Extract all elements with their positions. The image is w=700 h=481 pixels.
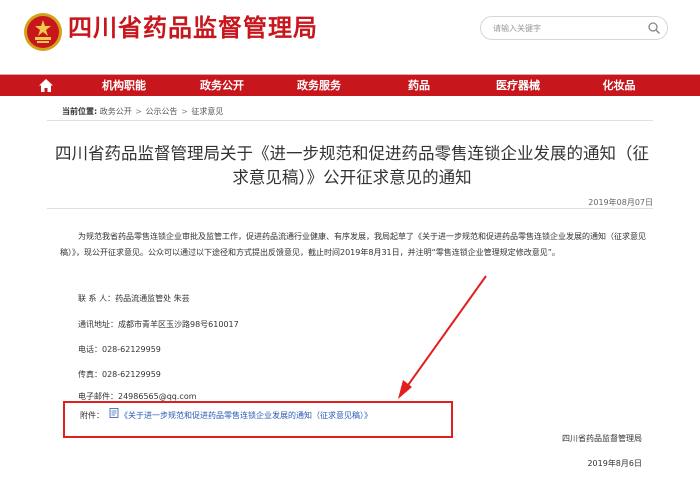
- article-sign-date: 2019年8月6日: [587, 459, 642, 468]
- home-icon[interactable]: [38, 78, 54, 93]
- search-box: [480, 16, 668, 40]
- breadcrumb-item-zhengqiu-yijian[interactable]: 征求意见: [191, 107, 223, 116]
- breadcrumb-item-zhengwu-gongkai[interactable]: 政务公开: [100, 107, 132, 116]
- article-date: 2019年08月07日: [588, 198, 653, 207]
- breadcrumb-label: 当前位置:: [62, 107, 98, 116]
- main-nav: 机构职能 政务公开 政务服务 药品 医疗器械 化妆品: [0, 74, 700, 96]
- breadcrumb-separator: >: [135, 107, 142, 116]
- site-header: 四川省药品监督管理局: [0, 0, 700, 74]
- site-title[interactable]: 四川省药品监督管理局: [68, 12, 318, 44]
- nav-item-zhengwu-fuwu[interactable]: 政务服务: [291, 75, 347, 97]
- national-emblem-icon: [24, 13, 62, 51]
- article-intro: 为规范我省药品零售连锁企业审批及监管工作，促进药品流通行业健康、有序发展，我局起…: [60, 232, 646, 257]
- search-icon[interactable]: [647, 21, 661, 35]
- article-title: 四川省药品监督管理局关于《进一步规范和促进药品零售连锁企业发展的通知（征求意见稿…: [55, 144, 649, 187]
- nav-item-huazhuangpin[interactable]: 化妆品: [598, 75, 640, 97]
- divider: [47, 208, 653, 209]
- breadcrumb: 当前位置: 政务公开 > 公示公告 > 征求意见: [62, 106, 223, 117]
- nav-item-zhengwu-gongkai[interactable]: 政务公开: [195, 75, 249, 97]
- article-signature: 四川省药品监督管理局: [562, 434, 642, 443]
- document-icon: [109, 408, 119, 418]
- breadcrumb-separator: >: [181, 107, 188, 116]
- contact-fax: 传真：028-62129959: [78, 370, 161, 379]
- search-input[interactable]: [493, 20, 633, 36]
- nav-item-jigou[interactable]: 机构职能: [96, 75, 152, 97]
- breadcrumb-item-gongshi-gonggao[interactable]: 公示公告: [146, 107, 178, 116]
- nav-item-yaopin[interactable]: 药品: [404, 75, 434, 97]
- contact-phone: 电话：028-62129959: [78, 345, 161, 354]
- attachment-label: 附件：: [80, 411, 104, 420]
- divider: [47, 120, 653, 121]
- nav-item-yiliao-qixie[interactable]: 医疗器械: [490, 75, 546, 97]
- contact-address: 通讯地址：成都市青羊区玉沙路98号610017: [78, 320, 239, 329]
- attachment-link[interactable]: 《关于进一步规范和促进药品零售连锁企业发展的通知（征求意见稿）》: [120, 410, 372, 421]
- contact-person: 联 系 人：药品流通监管处 朱芸: [78, 294, 190, 303]
